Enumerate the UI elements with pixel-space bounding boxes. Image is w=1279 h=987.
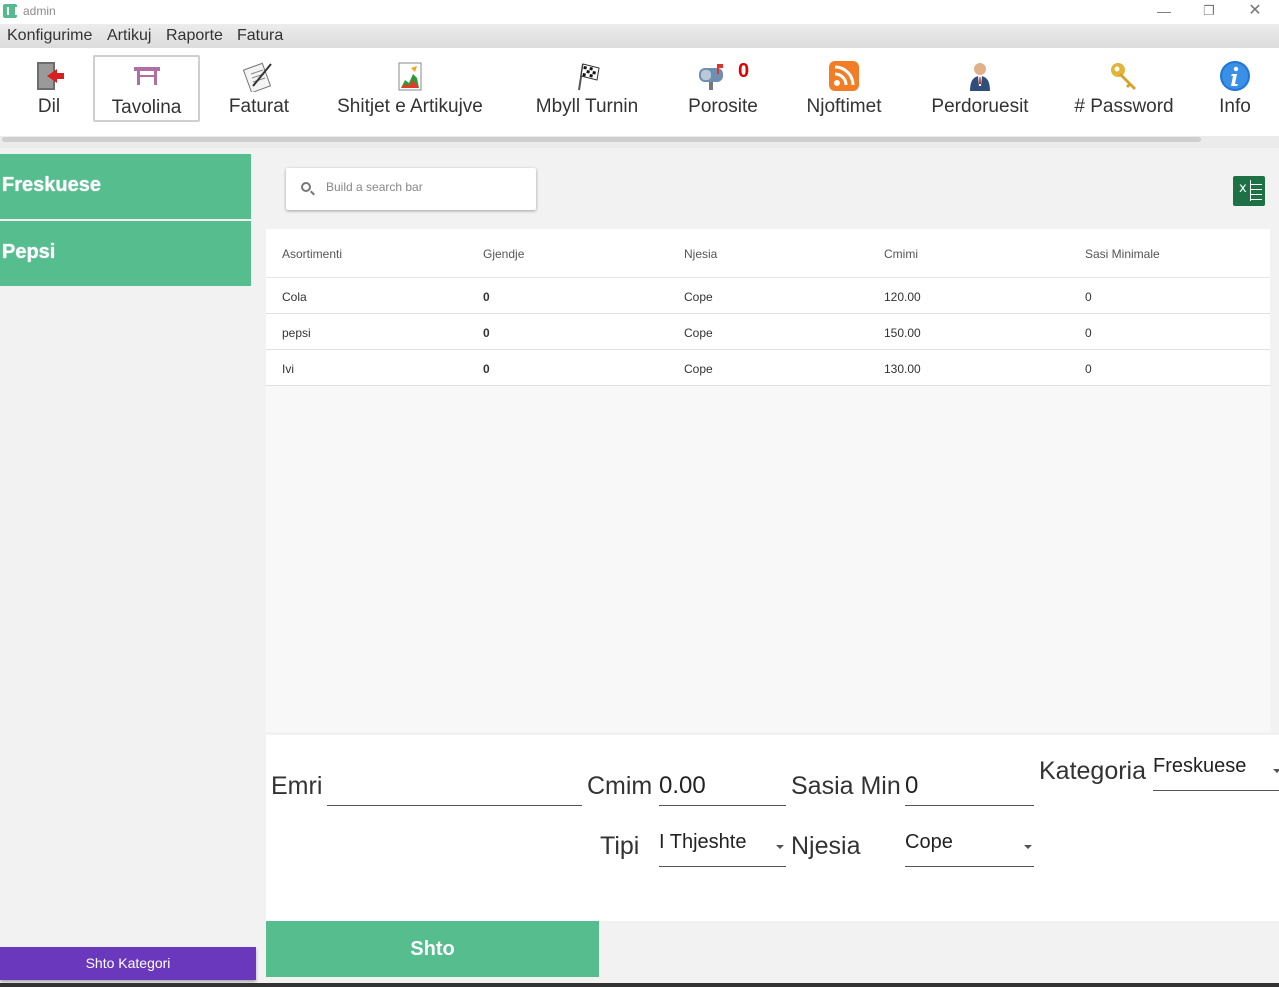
cell-asortimenti: Ivi bbox=[282, 362, 294, 376]
toolbar-scrollbar-thumb[interactable] bbox=[2, 137, 1201, 142]
password-label: # Password bbox=[1074, 96, 1174, 117]
close-icon[interactable]: ✕ bbox=[1240, 1, 1270, 21]
menu-bar: Konfigurime Artikuj Raporte Fatura bbox=[0, 24, 1279, 48]
porosite-count-badge: 0 bbox=[738, 60, 750, 82]
dil-label: Dil bbox=[37, 96, 61, 117]
toolbar: Dil Tavolina Faturat Shitjet e Artikujve bbox=[0, 48, 1279, 148]
category-sidebar: Freskuese Pepsi bbox=[0, 154, 251, 987]
table-row[interactable]: pepsi 0 Cope 150.00 0 bbox=[266, 314, 1270, 350]
cell-njesia: Cope bbox=[684, 362, 713, 376]
user-icon bbox=[970, 63, 990, 91]
cell-cmimi: 120.00 bbox=[884, 290, 921, 304]
cell-sasi-minimale: 0 bbox=[1085, 290, 1092, 304]
exit-door-icon bbox=[37, 62, 64, 90]
password-button[interactable]: # Password bbox=[1070, 52, 1178, 122]
menu-fatura[interactable]: Fatura bbox=[237, 27, 283, 45]
cell-gjendje: 0 bbox=[483, 362, 490, 376]
table-header: Asortimenti Gjendje Njesia Cmimi Sasi Mi… bbox=[266, 229, 1270, 278]
chevron-down-icon bbox=[1024, 845, 1032, 849]
column-header-gjendje[interactable]: Gjendje bbox=[483, 247, 524, 261]
faturat-label: Faturat bbox=[228, 96, 290, 117]
sales-chart-icon bbox=[398, 62, 422, 91]
cell-njesia: Cope bbox=[684, 290, 713, 304]
column-header-njesia[interactable]: Njesia bbox=[684, 247, 717, 261]
search-input[interactable] bbox=[326, 180, 521, 194]
table-icon bbox=[133, 67, 160, 85]
cell-gjendje: 0 bbox=[483, 290, 490, 304]
dil-button[interactable]: Dil bbox=[19, 52, 79, 122]
porosite-label: Porosite bbox=[688, 96, 758, 117]
cell-cmimi: 150.00 bbox=[884, 326, 921, 340]
cell-cmimi: 130.00 bbox=[884, 362, 921, 376]
excel-export-icon[interactable] bbox=[1233, 176, 1265, 206]
cell-sasi-minimale: 0 bbox=[1085, 326, 1092, 340]
column-header-asortimenti[interactable]: Asortimenti bbox=[282, 247, 342, 261]
shitjet-button[interactable]: Shitjet e Artikujve bbox=[330, 52, 490, 122]
menu-konfigurime[interactable]: Konfigurime bbox=[7, 27, 92, 45]
toolbar-scrollbar[interactable] bbox=[0, 136, 1279, 148]
perdoruesit-button[interactable]: Perdoruesit bbox=[926, 52, 1034, 122]
key-icon bbox=[1111, 63, 1136, 90]
kategoria-select[interactable]: Freskuese bbox=[1153, 755, 1279, 791]
njesia-value: Cope bbox=[905, 831, 953, 853]
search-box bbox=[286, 168, 536, 210]
info-button[interactable]: Info bbox=[1210, 52, 1260, 122]
column-header-cmimi[interactable]: Cmimi bbox=[884, 247, 918, 261]
category-pepsi[interactable]: Pepsi bbox=[0, 221, 251, 286]
mailbox-icon bbox=[699, 64, 723, 90]
perdoruesit-label: Perdoruesit bbox=[931, 96, 1029, 117]
njoftimet-label: Njoftimet bbox=[806, 96, 882, 117]
tavolina-button[interactable]: Tavolina bbox=[93, 55, 200, 122]
njesia-select[interactable]: Cope bbox=[905, 831, 1034, 867]
njesia-label: Njesia bbox=[791, 832, 861, 860]
column-header-sasi-minimale[interactable]: Sasi Minimale bbox=[1085, 247, 1160, 261]
emri-input[interactable] bbox=[327, 767, 582, 806]
menu-raporte[interactable]: Raporte bbox=[166, 27, 223, 45]
menu-artikuj[interactable]: Artikuj bbox=[107, 27, 151, 45]
chevron-down-icon bbox=[776, 845, 784, 849]
cell-gjendje: 0 bbox=[483, 326, 490, 340]
sasia-min-label: Sasia Min bbox=[791, 772, 901, 800]
tipi-value: I Thjeshte bbox=[659, 831, 747, 853]
table-row[interactable]: Cola 0 Cope 120.00 0 bbox=[266, 278, 1270, 314]
chevron-down-icon bbox=[1273, 769, 1279, 773]
sasia-min-input[interactable] bbox=[905, 767, 1034, 806]
njoftimet-button[interactable]: Njoftimet bbox=[798, 52, 890, 122]
cell-asortimenti: pepsi bbox=[282, 326, 311, 340]
invoice-pen-icon bbox=[243, 62, 272, 92]
emri-label: Emri bbox=[271, 772, 323, 800]
search-icon bbox=[301, 182, 311, 192]
kategoria-value: Freskuese bbox=[1153, 755, 1247, 777]
add-category-button[interactable]: Shto Kategori bbox=[0, 947, 256, 980]
shitjet-label: Shitjet e Artikujve bbox=[337, 96, 483, 117]
tipi-label: Tipi bbox=[600, 832, 640, 860]
cell-njesia: Cope bbox=[684, 326, 713, 340]
checkered-flag-icon bbox=[578, 63, 600, 91]
cmim-input[interactable] bbox=[659, 767, 786, 806]
cell-sasi-minimale: 0 bbox=[1085, 362, 1092, 376]
table-row[interactable]: Ivi 0 Cope 130.00 0 bbox=[266, 350, 1270, 386]
window-bottom-border bbox=[0, 983, 1279, 987]
window-title: admin bbox=[23, 4, 56, 18]
items-table: Asortimenti Gjendje Njesia Cmimi Sasi Mi… bbox=[266, 229, 1270, 732]
kategoria-label: Kategoria bbox=[1039, 757, 1147, 785]
restore-icon[interactable]: ❐ bbox=[1194, 1, 1224, 21]
minimize-icon[interactable]: — bbox=[1149, 1, 1179, 21]
add-item-form: Emri Cmim Sasia Min Kategoria Freskuese … bbox=[266, 735, 1279, 921]
category-freskuese[interactable]: Freskuese bbox=[0, 154, 251, 219]
app-icon bbox=[3, 4, 17, 18]
mbyll-turnin-button[interactable]: Mbyll Turnin bbox=[528, 52, 646, 122]
info-icon bbox=[1220, 61, 1250, 91]
faturat-button[interactable]: Faturat bbox=[220, 52, 298, 122]
shto-button[interactable]: Shto bbox=[266, 921, 599, 977]
info-label: Info bbox=[1219, 96, 1251, 117]
title-bar: admin — ❐ ✕ bbox=[0, 0, 1279, 24]
mbyll-turnin-label: Mbyll Turnin bbox=[535, 96, 639, 117]
cell-asortimenti: Cola bbox=[282, 290, 307, 304]
tavolina-label: Tavolina bbox=[111, 97, 182, 118]
porosite-button[interactable]: 0 Porosite bbox=[682, 52, 764, 122]
rss-feed-icon bbox=[829, 61, 859, 91]
cmim-label: Cmim bbox=[587, 772, 653, 800]
tipi-select[interactable]: I Thjeshte bbox=[659, 831, 786, 867]
